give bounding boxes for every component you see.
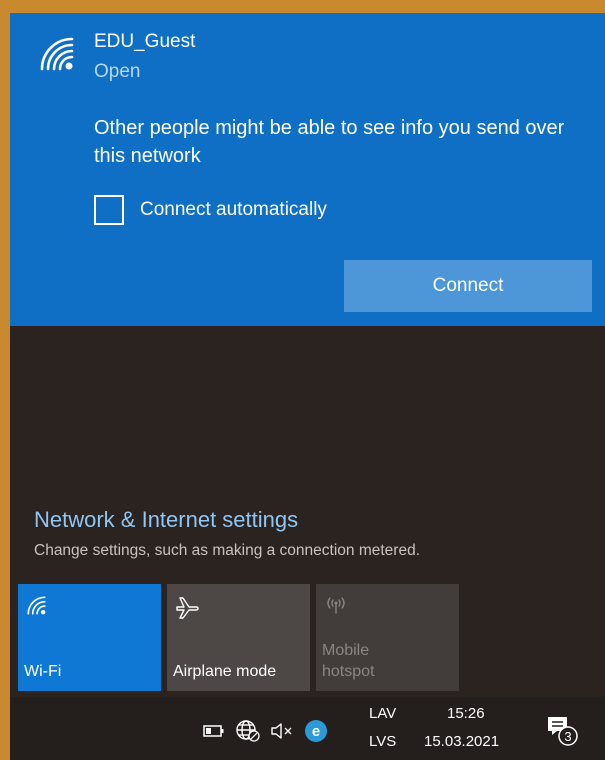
language-indicator-bottom[interactable]: LVS <box>369 733 396 750</box>
network-settings-description: Change settings, such as making a connec… <box>34 542 421 559</box>
hotspot-label-line2: hotspot <box>322 663 375 680</box>
hotspot-icon <box>327 597 345 614</box>
wifi-network-panel[interactable]: EDU_Guest Open Other people might be abl… <box>10 13 605 326</box>
wifi-tile-label: Wi-Fi <box>24 663 62 680</box>
svg-text:e: e <box>312 723 320 740</box>
volume-muted-icon[interactable] <box>270 722 294 740</box>
wifi-signal-icon <box>40 37 74 71</box>
edge-icon[interactable]: e <box>304 719 328 743</box>
wifi-toggle-tile[interactable]: Wi-Fi <box>18 584 161 691</box>
taskbar: e LAV LVS 15:26 15.03.2021 3 <box>10 697 605 760</box>
clock-date[interactable]: 15.03.2021 <box>424 733 499 750</box>
network-internet-settings-link[interactable]: Network & Internet settings <box>34 507 298 533</box>
battery-icon[interactable] <box>203 724 225 738</box>
action-center-icon[interactable]: 3 <box>545 714 581 748</box>
airplane-tile-label: Airplane mode <box>173 663 277 680</box>
notification-count-badge: 3 <box>564 729 571 744</box>
wifi-icon <box>27 596 46 615</box>
network-security-warning: Other people might be able to see info y… <box>94 117 565 167</box>
connect-button[interactable]: Connect <box>344 260 592 312</box>
clock-time[interactable]: 15:26 <box>447 705 485 722</box>
airplane-icon <box>176 597 199 619</box>
hotspot-tile-label: Mobile hotspot <box>322 640 374 682</box>
airplane-mode-tile[interactable]: Airplane mode <box>167 584 310 691</box>
language-indicator-top[interactable]: LAV <box>369 705 396 722</box>
window-edge-top <box>0 0 605 13</box>
network-name: EDU_Guest <box>94 31 196 52</box>
connect-automatically-checkbox[interactable] <box>94 195 124 225</box>
mobile-hotspot-tile[interactable]: Mobile hotspot <box>316 584 459 691</box>
network-status: Open <box>94 61 141 82</box>
network-globe-icon[interactable] <box>235 719 261 743</box>
network-flyout: EDU_Guest Open Other people might be abl… <box>10 13 605 760</box>
connect-automatically-label[interactable]: Connect automatically <box>140 199 327 221</box>
hotspot-label-line1: Mobile <box>322 642 370 659</box>
window-edge-left <box>0 0 10 760</box>
